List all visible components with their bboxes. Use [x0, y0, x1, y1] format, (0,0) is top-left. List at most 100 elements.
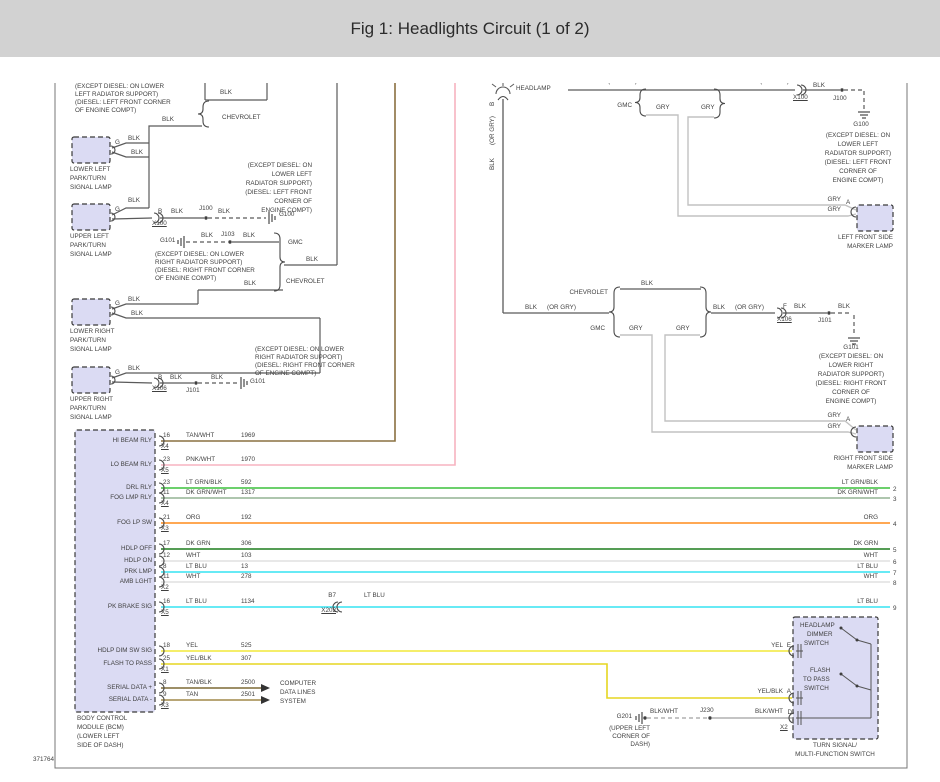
- label-strings-blk_wht: BLK/WHT: [755, 709, 783, 716]
- wire-color-label: DK GRN: [186, 541, 211, 548]
- label-components-lamp_lower_right-2: SIGNAL LAMP: [70, 347, 112, 354]
- headlamp-rays-icon: [492, 83, 514, 87]
- bcm-pin-number: 11: [163, 490, 170, 497]
- label-components-lamp_lower_left-2: SIGNAL LAMP: [70, 185, 112, 192]
- label-notes-except_left6-2: RADIATOR SUPPORT): [825, 151, 891, 158]
- label-strings-or_gry: (OR GRY): [490, 116, 497, 145]
- circuit-number: 278: [241, 574, 252, 581]
- label-strings-gry: GRY: [827, 197, 841, 204]
- label-strings-blk: BLK: [211, 375, 223, 382]
- wire-color-label: WHT: [186, 574, 200, 581]
- circuit-number: 1134: [241, 599, 255, 606]
- right-edge-wire-label: LT BLU: [857, 564, 878, 571]
- label-strings-blk: BLK: [306, 257, 318, 264]
- label-strings-blk: BLK: [128, 198, 140, 205]
- label-strings-blk: BLK: [131, 311, 143, 318]
- right-edge-wire-label: LT GRN/BLK: [842, 480, 878, 487]
- right-edge-wire-label: ORG: [864, 515, 878, 522]
- label-notes-except_left6-3: (DIESEL: LEFT FRONT: [245, 190, 312, 197]
- label-strings-lt_blu: LT BLU: [364, 593, 385, 600]
- label-notes-except_left6-1: LOWER LEFT: [838, 142, 878, 149]
- label-strings-blk: BLK: [128, 136, 140, 143]
- bcm-pin-number: 21: [163, 515, 170, 522]
- label-strings-chevrolet: CHEVROLET: [286, 279, 325, 286]
- label-notes-except_left4-1: LEFT RADIATOR SUPPORT): [75, 92, 158, 99]
- wiring-diagram-page: Fig 1: Headlights Circuit (1 of 2) HI BE…: [0, 0, 940, 782]
- left-front-marker-lamp-box: [857, 205, 893, 231]
- bcm-pin-number: 9: [163, 692, 167, 699]
- label-strings-j100: J100: [833, 96, 847, 103]
- label-strings-a: A: [846, 200, 850, 207]
- label-notes-except_left6-1: LOWER LEFT: [272, 172, 312, 179]
- circuit-number: 1969: [241, 433, 255, 440]
- label-components-dimmer-1: DIMMER: [807, 632, 833, 639]
- label-strings-blk: BLK: [128, 297, 140, 304]
- bcm-connector-label: X2: [161, 585, 169, 592]
- label-components-bcm_label-1: MODULE (BCM): [77, 725, 124, 732]
- junction-dot: [708, 716, 711, 719]
- label-strings-blk: BLK: [490, 158, 497, 170]
- label-components-dimmer-0: HEADLAMP: [800, 623, 835, 630]
- label-strings-e: E: [787, 643, 791, 650]
- flash-switch-throw: [856, 685, 859, 688]
- label-notes-except_right6-4: CORNER OF: [832, 390, 870, 397]
- label-strings-g100: G100: [853, 122, 868, 129]
- blk-wire-3: [149, 126, 202, 208]
- wire-color-label: LT BLU: [186, 599, 207, 606]
- dimmer-switch-pivot: [840, 627, 843, 630]
- bcm-pin-label: HDLP DIM SW SIG: [98, 648, 152, 655]
- label-strings-j103: J103: [221, 232, 235, 239]
- label-strings-blk: BLK: [170, 375, 182, 382]
- circuit-number: 306: [241, 541, 252, 548]
- label-strings-x202: X202: [321, 608, 336, 615]
- label-strings-chevrolet: CHEVROLET: [222, 115, 261, 122]
- junction-dot: [827, 311, 830, 314]
- blk-wire-14: [112, 304, 198, 309]
- bcm-pin-label: FOG LMP RLY: [110, 495, 152, 502]
- label-components-computer-1: DATA LINES: [280, 690, 315, 697]
- label-components-lamp_lower_right-0: LOWER RIGHT: [70, 329, 114, 336]
- bcm-pin-label: LO BEAM RLY: [110, 462, 152, 469]
- gmc-brace-top: [635, 89, 646, 116]
- label-notes-except_right4-0: (EXCEPT DIESEL: ON LOWER: [155, 252, 244, 259]
- label-strings-blk: BLK: [171, 209, 183, 216]
- bcm-connector-label: X5: [161, 610, 169, 617]
- wire-color-label: WHT: [186, 553, 200, 560]
- bcm-pin-label: FOG LP SW: [117, 520, 152, 527]
- bcm-pin-label: SERIAL DATA -: [109, 697, 152, 704]
- label-strings-blk: BLK: [218, 209, 230, 216]
- bcm-pin-label: SERIAL DATA +: [107, 685, 152, 692]
- lamp-lower-left-box: [72, 137, 110, 163]
- blk-wire-15: [112, 313, 320, 318]
- right-edge-wire-label: WHT: [864, 553, 878, 560]
- blk-dash-g100-drop: [844, 90, 864, 110]
- bcm-pin-number: 25: [163, 656, 170, 663]
- bcm-pin-label: HDLP ON: [124, 558, 152, 565]
- label-components-lamp_lower_left-0: LOWER LEFT: [70, 167, 110, 174]
- bcm-connector-label: X5: [161, 468, 169, 475]
- label-strings-g: G: [115, 301, 120, 308]
- circuit-number: 1970: [241, 457, 255, 464]
- label-drawing_code: 371764: [33, 757, 54, 764]
- wire-color-label: YEL: [186, 643, 198, 650]
- label-strings-j230: J230: [700, 708, 714, 715]
- label-notes-except_right6-5: ENGINE COMPT): [826, 399, 877, 406]
- label-strings-g201: G201: [617, 714, 632, 721]
- label-strings-gry: GRY: [676, 326, 690, 333]
- label-strings-or_gry: (OR GRY): [735, 305, 764, 312]
- right-edge-pin-number: 6: [893, 560, 897, 567]
- bcm-pin-label: HDLP OFF: [121, 546, 152, 553]
- junction-dot: [643, 716, 646, 719]
- wire-color-label: TAN: [186, 692, 198, 699]
- label-strings-x100: X100: [793, 95, 808, 102]
- label-strings-x106: X106: [777, 317, 792, 324]
- junction-dot: [840, 88, 843, 91]
- circuit-number: 13: [241, 564, 248, 571]
- junction-dot: [194, 381, 197, 384]
- label-strings-blk: BLK: [162, 117, 174, 124]
- lamp-upper-left-box: [72, 204, 110, 230]
- wire-color-label: TAN/WHT: [186, 433, 214, 440]
- bcm-pin-label: PK BRAKE SIG: [108, 604, 152, 611]
- label-components-bcm_label-0: BODY CONTROL: [77, 716, 127, 723]
- bcm-connector-label: X4: [161, 501, 169, 508]
